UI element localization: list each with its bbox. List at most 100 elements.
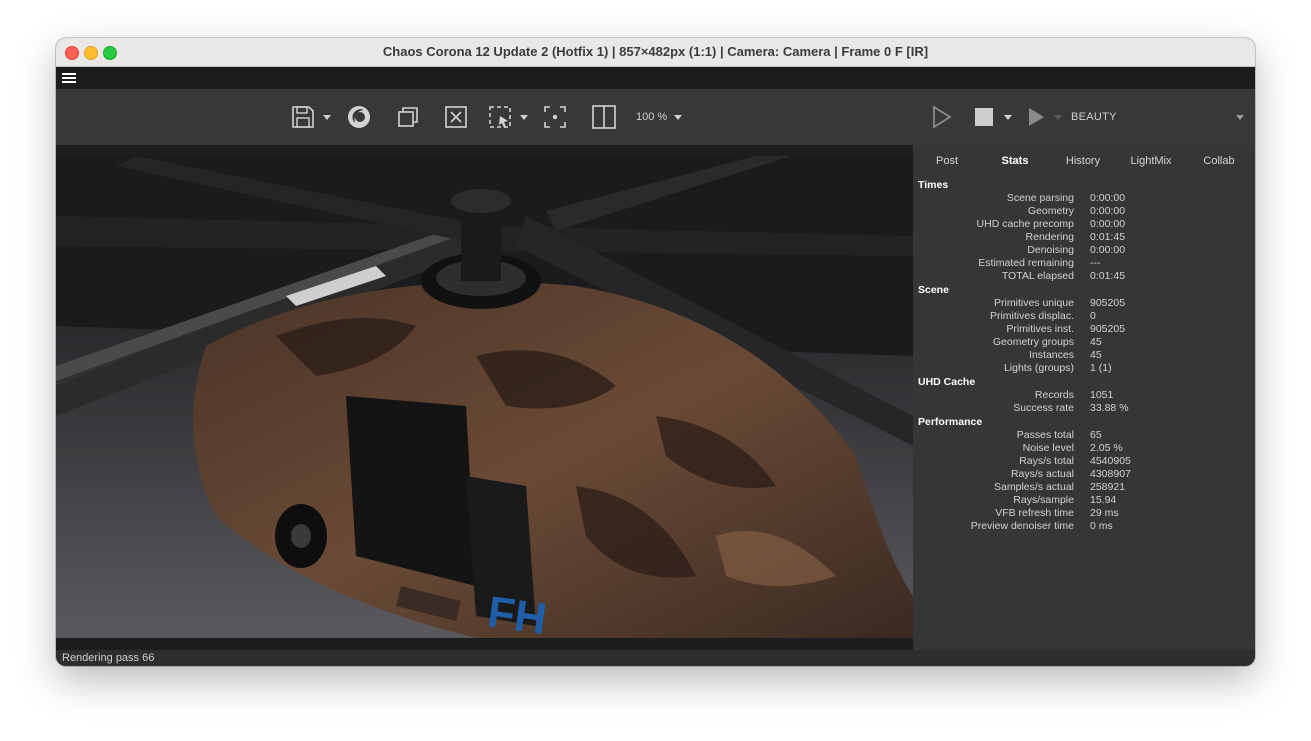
render-icon bbox=[933, 105, 952, 129]
stop-icon bbox=[975, 108, 993, 126]
render-element-select[interactable]: BEAUTY bbox=[1071, 111, 1117, 123]
render-viewport[interactable]: FH bbox=[56, 145, 913, 650]
stat-value: 905205 bbox=[1090, 323, 1126, 335]
helicopter-render: FH bbox=[56, 156, 913, 638]
region-select-icon bbox=[489, 106, 511, 128]
tab-stats[interactable]: Stats bbox=[981, 155, 1049, 167]
region-dropdown-caret-icon[interactable] bbox=[520, 115, 528, 120]
fuselage-marking: FH bbox=[485, 587, 550, 638]
stat-value: 905205 bbox=[1090, 297, 1126, 309]
stat-value: 0:01:45 bbox=[1090, 270, 1126, 282]
stat-row: Geometry groups 45 bbox=[913, 336, 1255, 349]
stat-value: --- bbox=[1090, 257, 1101, 269]
stat-row: Rays/sample 15.94 bbox=[913, 494, 1255, 507]
stat-label: Rays/sample bbox=[1013, 494, 1074, 506]
stat-label: Preview denoiser time bbox=[970, 520, 1074, 532]
split-view-icon bbox=[592, 105, 616, 129]
save-dropdown-caret-icon[interactable] bbox=[323, 115, 331, 120]
stat-row: UHD cache precomp 0:00:00 bbox=[913, 218, 1255, 231]
stat-label: Scene parsing bbox=[1006, 192, 1074, 204]
stat-label: Rays/s total bbox=[1019, 455, 1074, 467]
stat-row: Passes total 65 bbox=[913, 429, 1255, 442]
stat-row: TOTAL elapsed 0:01:45 bbox=[913, 270, 1255, 283]
stat-label: Passes total bbox=[1016, 429, 1074, 441]
stat-label: Noise level bbox=[1022, 442, 1074, 454]
stat-label: Records bbox=[1034, 389, 1074, 401]
stat-value: 4308907 bbox=[1090, 468, 1131, 480]
hamburger-menu-icon[interactable] bbox=[62, 71, 76, 85]
render-button[interactable] bbox=[927, 103, 955, 131]
stat-label: Primitives unique bbox=[994, 297, 1074, 309]
interactive-render-button[interactable] bbox=[1022, 103, 1050, 131]
stats-list: Times Scene parsing 0:00:00 Geometry 0:00:… bbox=[913, 178, 1255, 533]
stat-value: 33.88 % bbox=[1090, 402, 1129, 414]
corona-logo-icon bbox=[348, 106, 370, 128]
status-text: Rendering pass 66 bbox=[62, 652, 155, 664]
stat-row: Instances 45 bbox=[913, 349, 1255, 362]
stat-label: UHD cache precomp bbox=[976, 218, 1074, 230]
stat-row: Estimated remaining --- bbox=[913, 257, 1255, 270]
stat-value: 0:00:00 bbox=[1090, 218, 1126, 230]
zoom-level[interactable]: 100 % bbox=[636, 111, 667, 123]
stat-row: Rendering 0:01:45 bbox=[913, 231, 1255, 244]
interactive-dropdown-caret-icon[interactable] bbox=[1054, 115, 1062, 120]
stat-value: 0:00:00 bbox=[1090, 244, 1126, 256]
stat-value: 29 ms bbox=[1090, 507, 1119, 519]
stat-row: Rays/s actual 4308907 bbox=[913, 468, 1255, 481]
stat-label: Rendering bbox=[1025, 231, 1074, 243]
stat-label: Rays/s actual bbox=[1010, 468, 1074, 480]
corona-menu-button[interactable] bbox=[345, 103, 373, 131]
vfb-window: Chaos Corona 12 Update 2 (Hotfix 1) | 85… bbox=[56, 38, 1255, 666]
stat-label: Primitives inst. bbox=[1006, 323, 1074, 335]
stat-value: 2.05 % bbox=[1090, 442, 1123, 454]
stat-row: Scene parsing 0:00:00 bbox=[913, 192, 1255, 205]
menu-bar bbox=[56, 67, 1255, 89]
clear-icon bbox=[445, 106, 467, 128]
status-bar: Rendering pass 66 bbox=[56, 650, 1255, 666]
stat-value: 65 bbox=[1090, 429, 1102, 441]
stat-label: Lights (groups) bbox=[1003, 362, 1074, 374]
stat-label: Geometry groups bbox=[992, 336, 1074, 348]
stat-row: VFB refresh time 29 ms bbox=[913, 507, 1255, 520]
tab-history[interactable]: History bbox=[1049, 155, 1117, 167]
stat-row: Primitives unique 905205 bbox=[913, 297, 1255, 310]
stat-row: Denoising 0:00:00 bbox=[913, 244, 1255, 257]
stop-dropdown-caret-icon[interactable] bbox=[1004, 115, 1012, 120]
clear-button[interactable] bbox=[442, 103, 470, 131]
tab-lightmix[interactable]: LightMix bbox=[1117, 155, 1185, 167]
stat-value: 0 bbox=[1090, 310, 1096, 322]
stat-value: 45 bbox=[1090, 336, 1102, 348]
tab-post[interactable]: Post bbox=[913, 155, 981, 167]
save-icon bbox=[292, 106, 314, 128]
stat-row: Samples/s actual 258921 bbox=[913, 481, 1255, 494]
section-uhd-cache: UHD Cache bbox=[918, 376, 976, 388]
toolbar: 100 % BEAUTY bbox=[56, 89, 1255, 145]
stat-value: 1051 bbox=[1090, 389, 1114, 401]
stat-row: Geometry 0:00:00 bbox=[913, 205, 1255, 218]
stat-label: Denoising bbox=[1027, 244, 1074, 256]
stat-label: TOTAL elapsed bbox=[1001, 270, 1074, 282]
stat-row: Success rate 33.88 % bbox=[913, 402, 1255, 415]
window-title: Chaos Corona 12 Update 2 (Hotfix 1) | 85… bbox=[382, 44, 929, 59]
section-times: Times bbox=[918, 179, 949, 191]
tab-collab[interactable]: Collab bbox=[1185, 155, 1253, 167]
stat-value: 0 ms bbox=[1090, 520, 1113, 532]
copy-button[interactable] bbox=[394, 103, 422, 131]
side-panel: Post Stats History LightMix Collab Times… bbox=[913, 145, 1255, 650]
stat-value: 1 (1) bbox=[1090, 362, 1112, 374]
stat-row: Lights (groups) 1 (1) bbox=[913, 362, 1255, 375]
zoom-dropdown-caret-icon[interactable] bbox=[674, 115, 682, 120]
split-view-button[interactable] bbox=[590, 103, 618, 131]
stat-label: Samples/s actual bbox=[994, 481, 1074, 493]
stat-label: VFB refresh time bbox=[995, 507, 1074, 519]
rendered-image: FH bbox=[56, 156, 913, 638]
title-bar[interactable]: Chaos Corona 12 Update 2 (Hotfix 1) | 85… bbox=[56, 38, 1255, 67]
stop-button[interactable] bbox=[970, 103, 998, 131]
stat-label: Primitives displac. bbox=[989, 310, 1074, 322]
region-select-button[interactable] bbox=[486, 103, 514, 131]
stat-value: 15.94 bbox=[1090, 494, 1117, 506]
save-button[interactable] bbox=[289, 103, 317, 131]
render-element-caret-icon[interactable] bbox=[1236, 115, 1244, 120]
focus-button[interactable] bbox=[541, 103, 569, 131]
stat-row: Preview denoiser time 0 ms bbox=[913, 520, 1255, 533]
